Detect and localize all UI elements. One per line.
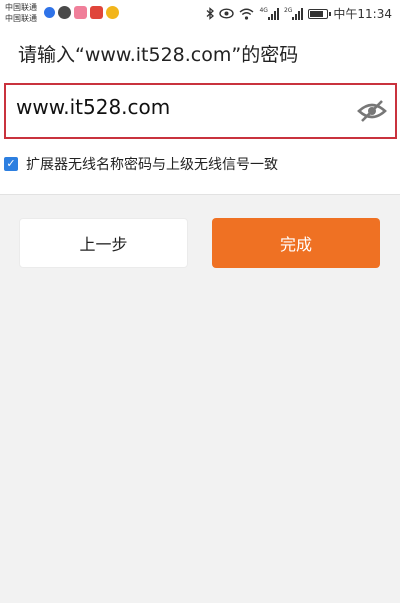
- status-right: 4G 2G 中午11:34: [206, 5, 392, 22]
- signal-label-2: 2G: [283, 6, 293, 14]
- password-value[interactable]: www.it528.com: [16, 95, 170, 119]
- signal-icon: [292, 7, 304, 20]
- sync-checkbox-row[interactable]: ✓ 扩展器无线名称密码与上级无线信号一致: [4, 154, 278, 174]
- notification-icons: [44, 6, 119, 19]
- carrier-info: 中国联通 中国联通: [5, 2, 37, 24]
- status-bar: 中国联通 中国联通 4G 2G 中午11:34: [0, 0, 400, 27]
- app-icon: [74, 6, 87, 19]
- done-button[interactable]: 完成: [212, 218, 380, 268]
- signal-icon: [267, 7, 279, 20]
- carrier-2: 中国联通: [5, 14, 37, 23]
- signal-label-1: 4G: [259, 6, 268, 14]
- clock: 中午11:34: [333, 7, 392, 21]
- wifi-icon: [240, 8, 254, 20]
- previous-step-button[interactable]: 上一步: [19, 218, 188, 268]
- weibo-icon: [106, 6, 119, 19]
- app-icon: [90, 6, 103, 19]
- eye-icon: [219, 8, 235, 19]
- dialog-title: 请输入“www.it528.com”的密码: [18, 44, 299, 66]
- eye-off-icon[interactable]: [357, 98, 387, 124]
- carrier-1: 中国联通: [5, 3, 37, 12]
- bluetooth-icon: [207, 7, 215, 20]
- checkbox-checked-icon[interactable]: ✓: [4, 157, 18, 171]
- battery-icon: [308, 8, 332, 19]
- password-dialog: 请输入“www.it528.com”的密码 www.it528.com ✓ 扩展…: [0, 27, 400, 195]
- checkbox-label: 扩展器无线名称密码与上级无线信号一致: [26, 157, 278, 173]
- baidu-icon: [44, 7, 55, 18]
- password-field[interactable]: www.it528.com: [4, 83, 397, 139]
- wechat-icon: [58, 6, 71, 19]
